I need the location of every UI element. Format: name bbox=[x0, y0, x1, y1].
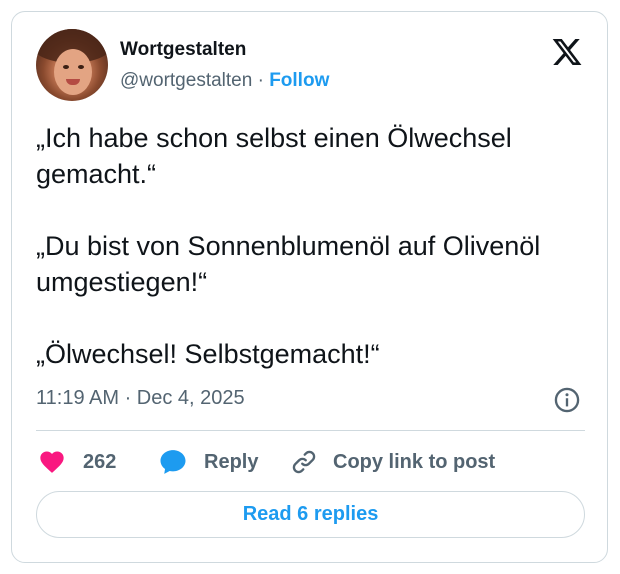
avatar[interactable] bbox=[36, 29, 108, 101]
divider bbox=[36, 430, 585, 431]
embedded-post-card: Wortgestalten @wortgestalten · Follow „I… bbox=[11, 11, 608, 563]
like-count: 262 bbox=[83, 450, 117, 473]
avatar-eye-right bbox=[78, 65, 84, 69]
avatar-face bbox=[54, 49, 92, 95]
reply-label: Reply bbox=[204, 450, 259, 473]
follow-button[interactable]: Follow bbox=[269, 70, 329, 91]
author-display-name[interactable]: Wortgestalten bbox=[120, 39, 246, 61]
link-icon bbox=[292, 450, 316, 474]
speech-bubble-icon bbox=[160, 450, 186, 474]
info-icon[interactable] bbox=[553, 386, 581, 414]
copy-link-label: Copy link to post bbox=[333, 450, 496, 473]
avatar-eye-left bbox=[63, 65, 69, 69]
author-handle-row: @wortgestalten · Follow bbox=[120, 70, 329, 92]
post-paragraph: „Ölwechsel! Selbstgemacht!“ bbox=[36, 339, 380, 369]
post-paragraph: „Du bist von Sonnenblumenöl auf Olivenöl… bbox=[36, 231, 541, 297]
handle-separator: · bbox=[257, 70, 264, 91]
read-replies-button[interactable]: Read 6 replies bbox=[36, 491, 585, 538]
copy-link-button[interactable]: Copy link to post bbox=[290, 447, 495, 477]
post-paragraph: „Ich habe schon selbst einen Ölwechsel g… bbox=[36, 123, 512, 189]
post-timestamp[interactable]: 11:19 AM · Dec 4, 2025 bbox=[36, 387, 245, 410]
post-text: „Ich habe schon selbst einen Ölwechsel g… bbox=[36, 120, 591, 372]
heart-icon bbox=[40, 451, 64, 473]
reply-button[interactable]: Reply bbox=[158, 447, 258, 477]
like-button[interactable]: 262 bbox=[38, 447, 116, 477]
x-logo-icon[interactable] bbox=[551, 36, 583, 68]
author-handle[interactable]: @wortgestalten bbox=[120, 70, 252, 91]
